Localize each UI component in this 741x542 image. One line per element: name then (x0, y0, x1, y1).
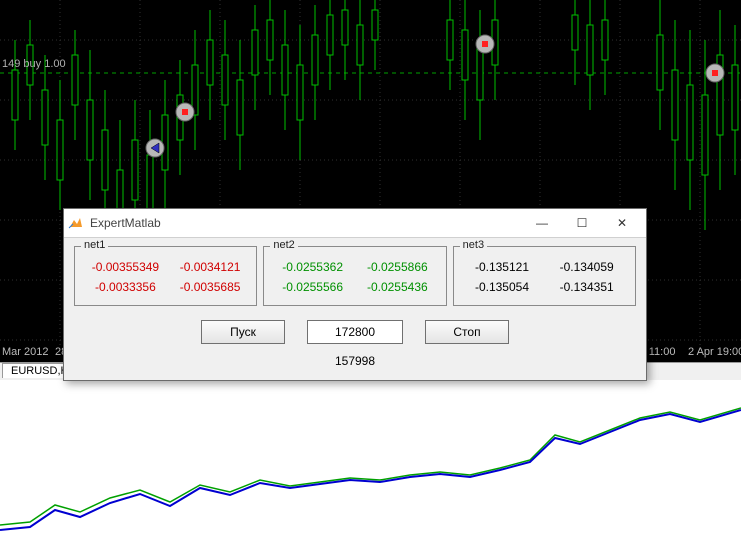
start-button[interactable]: Пуск (201, 320, 285, 344)
net3-cell: -0.134351 (544, 277, 629, 297)
net3-cell: -0.134059 (544, 257, 629, 277)
time-tick: 2 Apr 19:00 (688, 346, 741, 358)
panel-label: net1 (81, 239, 108, 251)
net2-cell: -0.0255436 (355, 277, 440, 297)
chart-marker (706, 64, 724, 82)
net1-cell: -0.0035685 (170, 277, 251, 297)
chart-marker (476, 35, 494, 53)
dialog-titlebar[interactable]: ExpertMatlab — ☐ ✕ (64, 209, 646, 238)
panel-net3: net3 -0.135121 -0.134059 -0.135054 -0.13… (453, 246, 636, 306)
panel-label: net2 (270, 239, 297, 251)
minimize-button[interactable]: — (522, 211, 562, 235)
chart-marker (176, 103, 194, 121)
expertmatlab-dialog: ExpertMatlab — ☐ ✕ net1 -0.00355349 -0.0… (63, 208, 647, 381)
net1-cell: -0.0034121 (170, 257, 251, 277)
dialog-body: net1 -0.00355349 -0.0034121 -0.0033356 -… (64, 238, 646, 380)
panel-net1: net1 -0.00355349 -0.0034121 -0.0033356 -… (74, 246, 257, 306)
order-label: 149 buy 1.00 (2, 58, 66, 70)
time-tick: Mar 2012 (2, 346, 48, 358)
stop-button[interactable]: Стоп (425, 320, 509, 344)
dialog-title: ExpertMatlab (90, 209, 161, 237)
status-value: 157998 (74, 354, 636, 368)
net2-cell: -0.0255866 (355, 257, 440, 277)
net1-cell: -0.00355349 (81, 257, 170, 277)
net2-cell: -0.0255362 (270, 257, 355, 277)
panel-net2: net2 -0.0255362 -0.0255866 -0.0255566 -0… (263, 246, 446, 306)
indicator-chart[interactable] (0, 380, 741, 542)
net2-cell: -0.0255566 (270, 277, 355, 297)
net3-cell: -0.135121 (460, 257, 545, 277)
close-button[interactable]: ✕ (602, 211, 642, 235)
panel-label: net3 (460, 239, 487, 251)
chart-marker (146, 139, 164, 157)
net1-cell: -0.0033356 (81, 277, 170, 297)
net3-cell: -0.135054 (460, 277, 545, 297)
iterations-input[interactable] (307, 320, 403, 344)
maximize-button[interactable]: ☐ (562, 211, 602, 235)
app-icon (68, 215, 84, 231)
